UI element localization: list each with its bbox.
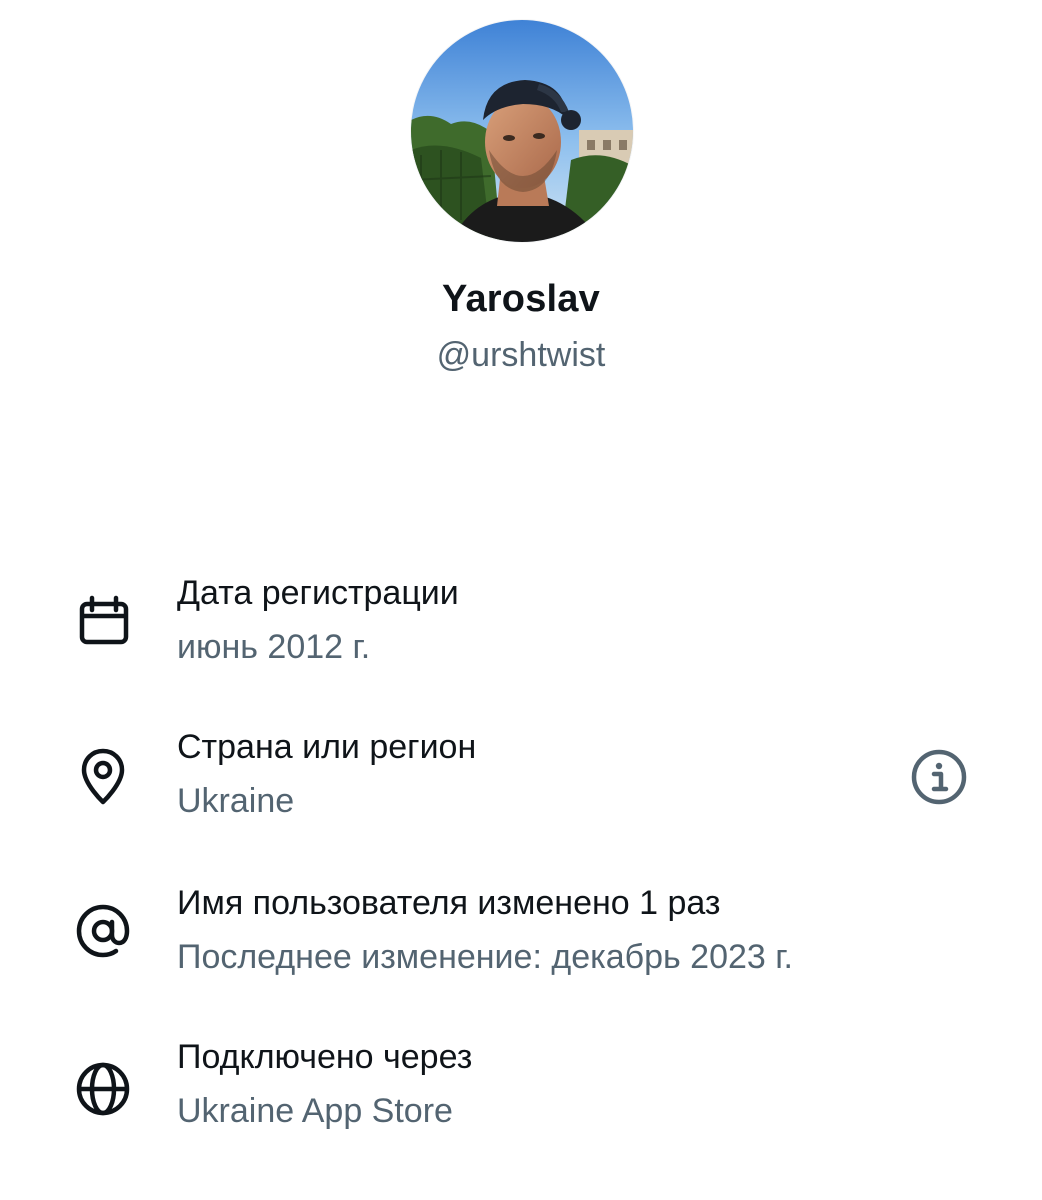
about-row-connected-via: Подключено через Ukraine App Store (0, 1034, 1042, 1154)
calendar-icon (72, 590, 134, 652)
display-name: Yaroslav (442, 278, 600, 320)
username-changes-value: Последнее изменение: декабрь 2023 г. (177, 938, 793, 976)
connected-via-label: Подключено через (177, 1038, 473, 1076)
info-icon[interactable] (908, 746, 970, 808)
location-pin-icon (72, 746, 134, 808)
country-label: Страна или регион (177, 728, 477, 766)
about-row-registration-date: Дата регистрации июнь 2012 г. (0, 570, 1042, 690)
at-sign-icon (72, 900, 134, 962)
country-value: Ukraine (177, 782, 295, 820)
globe-icon (72, 1058, 134, 1120)
username-changes-label: Имя пользователя изменено 1 раз (177, 884, 721, 922)
about-row-username-changes: Имя пользователя изменено 1 раз Последне… (0, 880, 1042, 1000)
about-row-country: Страна или регион Ukraine (0, 724, 1042, 844)
username-handle: @urshtwist (436, 336, 606, 374)
connected-via-value: Ukraine App Store (177, 1092, 453, 1130)
registration-date-label: Дата регистрации (177, 574, 459, 612)
registration-date-value: июнь 2012 г. (177, 628, 371, 666)
avatar-image (411, 20, 633, 242)
avatar[interactable] (411, 20, 633, 242)
